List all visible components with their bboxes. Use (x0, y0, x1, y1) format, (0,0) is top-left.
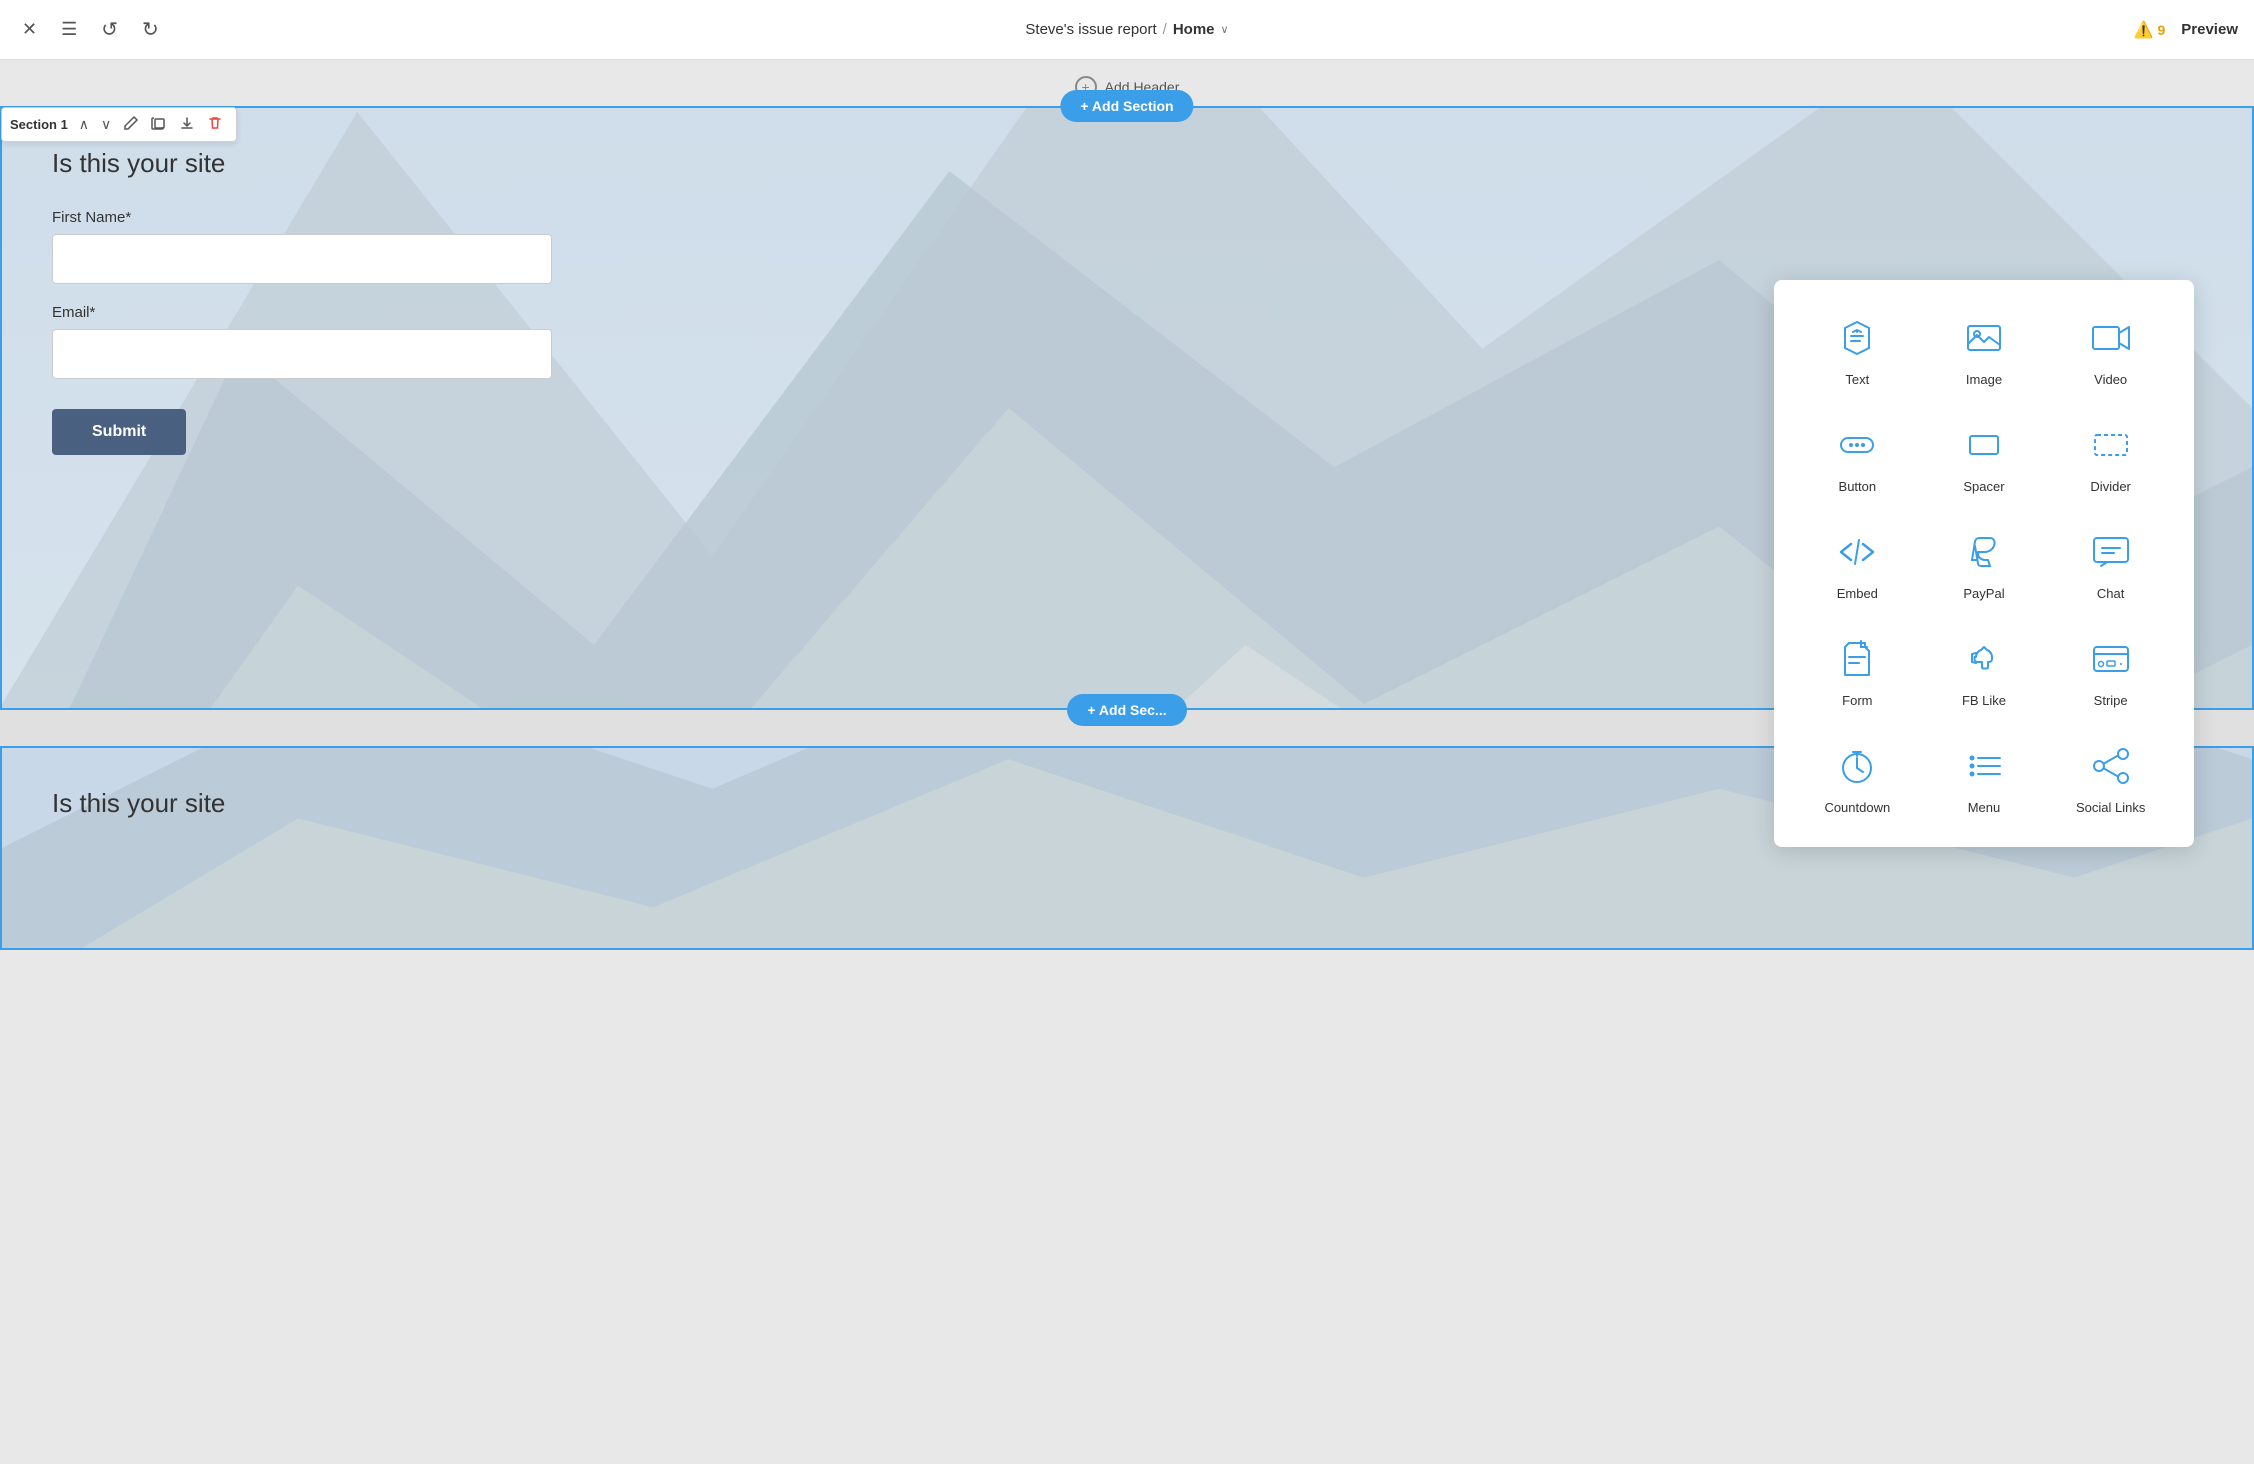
widget-stripe-label: Stripe (2094, 693, 2128, 708)
text-icon (1831, 312, 1883, 364)
section-download-button[interactable] (174, 112, 200, 137)
widget-item-stripe[interactable]: Stripe (2051, 625, 2170, 716)
widget-item-video[interactable]: Video (2051, 304, 2170, 395)
section-duplicate-button[interactable] (146, 112, 172, 137)
widget-item-button[interactable]: Button (1798, 411, 1917, 502)
section-move-up-button[interactable]: ∧ (74, 113, 94, 136)
form-icon (1831, 633, 1883, 685)
widget-item-form[interactable]: Form (1798, 625, 1917, 716)
section-1-title: Is this your site (52, 148, 2202, 179)
topbar: ✕ ☰ ↺ ↻ Steve's issue report / Home ∨ ⚠️… (0, 0, 2254, 60)
warning-count: 9 (2157, 22, 2165, 38)
warning-badge[interactable]: ⚠️ 9 (2134, 20, 2166, 40)
widget-item-fblike[interactable]: FB Like (1925, 625, 2044, 716)
stripe-icon (2085, 633, 2137, 685)
preview-button[interactable]: Preview (2181, 21, 2238, 38)
widget-item-menu[interactable]: Menu (1925, 732, 2044, 823)
widget-item-sociallinks[interactable]: Social Links (2051, 732, 2170, 823)
widget-panel-scroll[interactable]: Text Image (1798, 304, 2170, 823)
widget-item-image[interactable]: Image (1925, 304, 2044, 395)
menu-button[interactable]: ☰ (55, 15, 83, 44)
site-name: Steve's issue report (1025, 21, 1156, 38)
breadcrumb-slash: / (1163, 21, 1167, 38)
widget-form-label: Form (1842, 693, 1872, 708)
widget-grid: Text Image (1798, 304, 2170, 823)
widget-item-embed[interactable]: Embed (1798, 518, 1917, 609)
divider-icon (2085, 419, 2137, 471)
section-edit-button[interactable] (118, 112, 144, 137)
paypal-icon (1958, 526, 2010, 578)
page-dropdown-chevron[interactable]: ∨ (1221, 23, 1229, 36)
widget-panel: Text Image (1774, 280, 2194, 847)
widget-divider-label: Divider (2090, 479, 2130, 494)
warning-icon: ⚠️ (2134, 20, 2154, 40)
add-section-bottom-button[interactable]: + Add Sec... (1067, 694, 1186, 726)
email-input[interactable] (52, 329, 552, 379)
first-name-group: First Name* (52, 209, 552, 284)
widget-countdown-label: Countdown (1824, 800, 1890, 815)
embed-icon (1831, 526, 1883, 578)
redo-button[interactable]: ↻ (136, 13, 165, 46)
canvas-area: + Add Header + Add Section Section 1 ∧ ∨ (0, 60, 2254, 1464)
widget-item-countdown[interactable]: Countdown (1798, 732, 1917, 823)
menu-icon (1958, 740, 2010, 792)
undo-button[interactable]: ↺ (95, 13, 124, 46)
breadcrumb: Steve's issue report / Home ∨ (1025, 21, 1228, 38)
close-button[interactable]: ✕ (16, 15, 43, 44)
widget-spacer-label: Spacer (1963, 479, 2004, 494)
email-label: Email* (52, 304, 552, 321)
widget-text-label: Text (1845, 372, 1869, 387)
countdown-icon (1831, 740, 1883, 792)
widget-item-paypal[interactable]: PayPal (1925, 518, 2044, 609)
widget-fblike-label: FB Like (1962, 693, 2006, 708)
widget-chat-label: Chat (2097, 586, 2124, 601)
sociallinks-icon (2085, 740, 2137, 792)
page-name[interactable]: Home (1173, 21, 1215, 38)
email-group: Email* (52, 304, 552, 379)
widget-item-divider[interactable]: Divider (2051, 411, 2170, 502)
widget-sociallinks-label: Social Links (2076, 800, 2145, 815)
widget-image-label: Image (1966, 372, 2002, 387)
widget-video-label: Video (2094, 372, 2127, 387)
widget-embed-label: Embed (1837, 586, 1878, 601)
first-name-input[interactable] (52, 234, 552, 284)
topbar-right: ⚠️ 9 Preview (2134, 20, 2238, 40)
widget-item-chat[interactable]: Chat (2051, 518, 2170, 609)
spacer-icon (1958, 419, 2010, 471)
widget-item-text[interactable]: Text (1798, 304, 1917, 395)
section-move-down-button[interactable]: ∨ (96, 113, 116, 136)
section-label: Section 1 (10, 117, 68, 132)
video-icon (2085, 312, 2137, 364)
widget-menu-label: Menu (1968, 800, 2001, 815)
widget-item-spacer[interactable]: Spacer (1925, 411, 2044, 502)
fblike-icon (1958, 633, 2010, 685)
button-icon (1831, 419, 1883, 471)
widget-button-label: Button (1839, 479, 1877, 494)
topbar-left: ✕ ☰ ↺ ↻ (16, 13, 165, 46)
image-icon (1958, 312, 2010, 364)
widget-paypal-label: PayPal (1963, 586, 2004, 601)
first-name-label: First Name* (52, 209, 552, 226)
add-section-top-button[interactable]: + Add Section (1060, 90, 1193, 122)
chat-icon (2085, 526, 2137, 578)
submit-button[interactable]: Submit (52, 409, 186, 455)
section-delete-button[interactable] (202, 112, 228, 137)
section-toolbar: Section 1 ∧ ∨ (1, 107, 237, 142)
